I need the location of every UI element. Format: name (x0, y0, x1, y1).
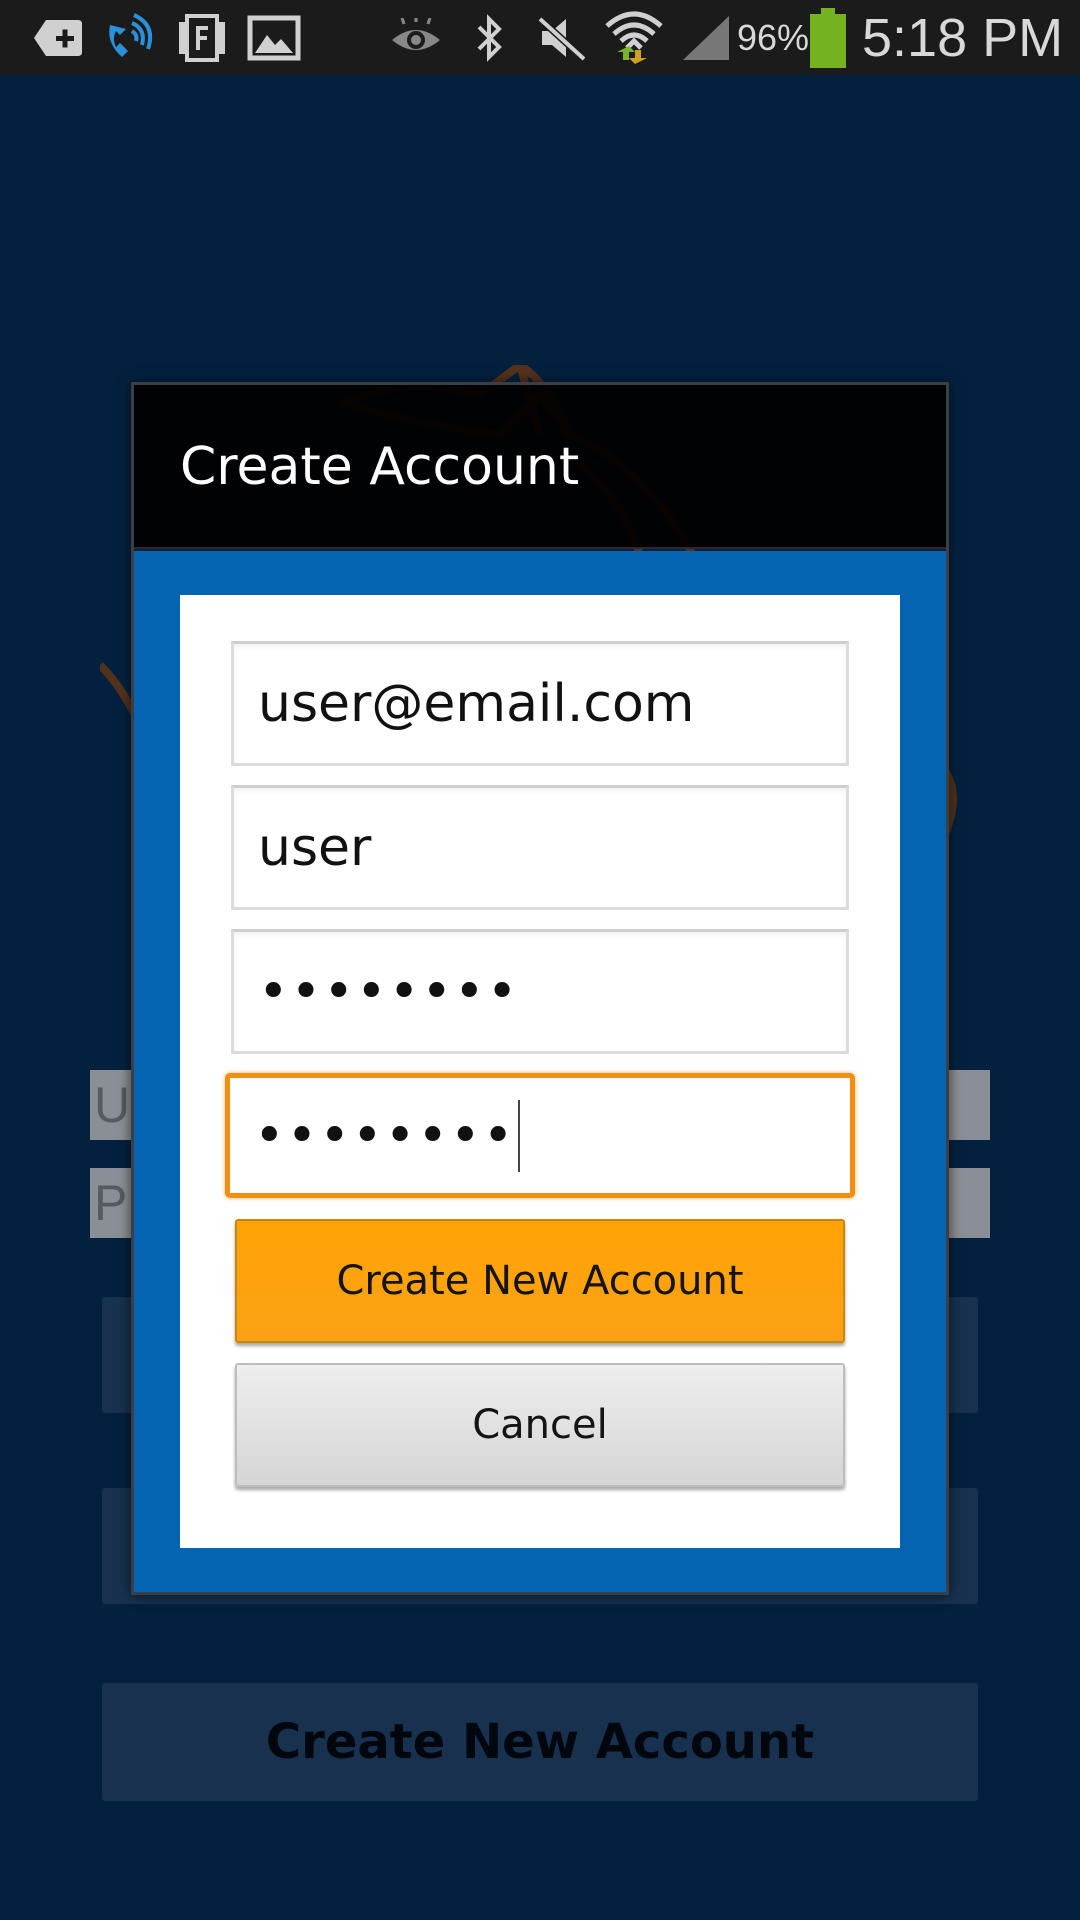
mute-icon (534, 0, 590, 75)
battery-percent: 96% (737, 16, 810, 58)
email-value: user@email.com (258, 673, 695, 734)
dialog-title: Create Account (180, 437, 580, 497)
email-field[interactable]: user@email.com (231, 641, 849, 766)
text-cursor (518, 1099, 521, 1172)
flipboard-icon (174, 0, 230, 75)
username-field[interactable]: user (231, 785, 849, 910)
dialog-form-panel: user@email.com user •••••••• •••••••• Cr… (180, 595, 900, 1548)
battery-icon (808, 0, 848, 75)
dialog-body: user@email.com user •••••••• •••••••• Cr… (134, 551, 946, 1592)
username-value: user (258, 817, 372, 878)
password-field[interactable]: •••••••• (231, 929, 849, 1054)
confirm-password-field[interactable]: •••••••• (225, 1073, 855, 1198)
bluetooth-icon (470, 0, 510, 75)
create-account-dialog: Create Account user@email.com user •••••… (131, 382, 949, 1595)
password-value: •••••••• (258, 961, 520, 1022)
dialog-header: Create Account (134, 385, 946, 549)
wifi-icon (604, 0, 664, 75)
create-new-account-button[interactable]: Create New Account (235, 1219, 845, 1343)
wifi-call-icon (100, 0, 160, 75)
cancel-button[interactable]: Cancel (235, 1363, 845, 1487)
clock: 5:18 PM (862, 7, 1064, 68)
eye-icon (388, 0, 444, 75)
add-notification-icon (30, 0, 86, 75)
gallery-icon (246, 0, 302, 75)
status-bar: 96% 5:18 PM (0, 0, 1080, 75)
background-create-account-button: Create New Account (102, 1683, 978, 1801)
signal-icon (678, 0, 734, 75)
confirm-password-value: •••••••• (254, 1105, 516, 1166)
